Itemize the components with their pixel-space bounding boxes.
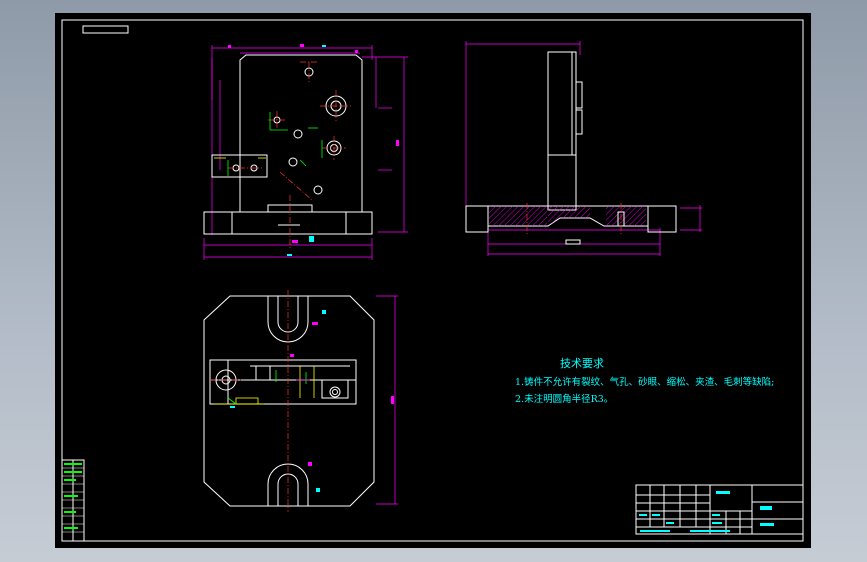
drawing-border <box>61 19 804 542</box>
notes-title: 技术要求 <box>560 357 604 370</box>
drawing-canvas: 技术要求 1.铸件不允许有裂纹、气孔、砂眼、缩松、夹渣、毛刺等缺陷; 2.未注明… <box>61 19 804 542</box>
side-title-strip <box>61 459 85 542</box>
top-view <box>203 290 398 512</box>
note-line-2: 2.未注明圆角半径R3。 <box>515 393 613 405</box>
title-block <box>635 484 804 535</box>
side-view <box>465 41 702 256</box>
note-line-1: 1.铸件不允许有裂纹、气孔、砂眼、缩松、夹渣、毛刺等缺陷; <box>515 376 774 388</box>
front-view <box>203 44 408 260</box>
cad-viewport[interactable]: 技术要求 1.铸件不允许有裂纹、气孔、砂眼、缩松、夹渣、毛刺等缺陷; 2.未注明… <box>55 13 811 548</box>
technical-notes: 技术要求 1.铸件不允许有裂纹、气孔、砂眼、缩松、夹渣、毛刺等缺陷; 2.未注明… <box>515 357 774 405</box>
